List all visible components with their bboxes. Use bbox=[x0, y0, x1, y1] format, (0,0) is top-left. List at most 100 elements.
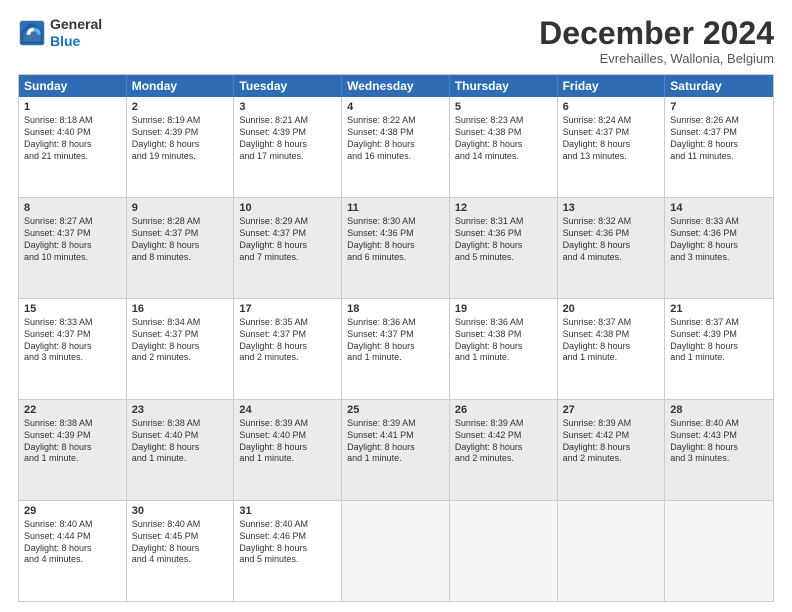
day-info-line: Sunset: 4:37 PM bbox=[239, 329, 336, 341]
logo: General Blue bbox=[18, 16, 102, 50]
day-number: 8 bbox=[24, 201, 121, 215]
day-info-line: Daylight: 8 hours bbox=[239, 543, 336, 555]
day-info-line: and 4 minutes. bbox=[563, 252, 660, 264]
day-info-line: Daylight: 8 hours bbox=[670, 139, 768, 151]
day-info-line: Sunrise: 8:28 AM bbox=[132, 216, 229, 228]
calendar-cell: 2Sunrise: 8:19 AMSunset: 4:39 PMDaylight… bbox=[127, 97, 235, 197]
day-number: 14 bbox=[670, 201, 768, 215]
calendar-cell: 30Sunrise: 8:40 AMSunset: 4:45 PMDayligh… bbox=[127, 501, 235, 601]
header-cell-tuesday: Tuesday bbox=[234, 75, 342, 97]
day-info-line: Daylight: 8 hours bbox=[347, 240, 444, 252]
calendar-row: 15Sunrise: 8:33 AMSunset: 4:37 PMDayligh… bbox=[19, 299, 773, 400]
day-info-line: Sunrise: 8:30 AM bbox=[347, 216, 444, 228]
day-info-line: Daylight: 8 hours bbox=[563, 139, 660, 151]
day-info-line: Sunset: 4:41 PM bbox=[347, 430, 444, 442]
day-info-line: Sunset: 4:39 PM bbox=[239, 127, 336, 139]
day-number: 20 bbox=[563, 302, 660, 316]
day-number: 26 bbox=[455, 403, 552, 417]
day-info-line: Sunrise: 8:40 AM bbox=[670, 418, 768, 430]
day-info-line: Daylight: 8 hours bbox=[24, 543, 121, 555]
day-number: 29 bbox=[24, 504, 121, 518]
day-info-line: Daylight: 8 hours bbox=[239, 442, 336, 454]
calendar-cell: 3Sunrise: 8:21 AMSunset: 4:39 PMDaylight… bbox=[234, 97, 342, 197]
day-info-line: Sunset: 4:38 PM bbox=[455, 127, 552, 139]
calendar-cell: 26Sunrise: 8:39 AMSunset: 4:42 PMDayligh… bbox=[450, 400, 558, 500]
day-info-line: Daylight: 8 hours bbox=[132, 341, 229, 353]
day-info-line: Sunset: 4:39 PM bbox=[670, 329, 768, 341]
day-info-line: Sunset: 4:38 PM bbox=[347, 127, 444, 139]
day-info-line: Sunrise: 8:27 AM bbox=[24, 216, 121, 228]
day-number: 13 bbox=[563, 201, 660, 215]
day-info-line: Sunset: 4:40 PM bbox=[239, 430, 336, 442]
calendar-body: 1Sunrise: 8:18 AMSunset: 4:40 PMDaylight… bbox=[19, 97, 773, 601]
day-info-line: Daylight: 8 hours bbox=[670, 442, 768, 454]
day-info-line: and 1 minute. bbox=[24, 453, 121, 465]
day-info-line: Sunset: 4:36 PM bbox=[670, 228, 768, 240]
day-info-line: and 1 minute. bbox=[132, 453, 229, 465]
day-info-line: Sunrise: 8:21 AM bbox=[239, 115, 336, 127]
day-info-line: and 21 minutes. bbox=[24, 151, 121, 163]
day-info-line: Sunrise: 8:32 AM bbox=[563, 216, 660, 228]
day-info-line: and 8 minutes. bbox=[132, 252, 229, 264]
day-info-line: Sunrise: 8:37 AM bbox=[670, 317, 768, 329]
day-info-line: Sunrise: 8:22 AM bbox=[347, 115, 444, 127]
day-info-line: Sunset: 4:36 PM bbox=[563, 228, 660, 240]
day-info-line: Sunrise: 8:37 AM bbox=[563, 317, 660, 329]
day-info-line: Sunset: 4:37 PM bbox=[24, 228, 121, 240]
day-info-line: and 1 minute. bbox=[563, 352, 660, 364]
day-info-line: and 5 minutes. bbox=[455, 252, 552, 264]
day-info-line: and 2 minutes. bbox=[132, 352, 229, 364]
calendar-cell: 10Sunrise: 8:29 AMSunset: 4:37 PMDayligh… bbox=[234, 198, 342, 298]
day-info-line: Sunset: 4:38 PM bbox=[563, 329, 660, 341]
calendar-cell: 11Sunrise: 8:30 AMSunset: 4:36 PMDayligh… bbox=[342, 198, 450, 298]
calendar-cell: 24Sunrise: 8:39 AMSunset: 4:40 PMDayligh… bbox=[234, 400, 342, 500]
day-info-line: Sunrise: 8:39 AM bbox=[239, 418, 336, 430]
day-info-line: and 13 minutes. bbox=[563, 151, 660, 163]
header-cell-friday: Friday bbox=[558, 75, 666, 97]
calendar-cell: 25Sunrise: 8:39 AMSunset: 4:41 PMDayligh… bbox=[342, 400, 450, 500]
day-info-line: Daylight: 8 hours bbox=[132, 139, 229, 151]
day-number: 27 bbox=[563, 403, 660, 417]
day-info-line: Sunset: 4:40 PM bbox=[24, 127, 121, 139]
day-info-line: Sunset: 4:37 PM bbox=[24, 329, 121, 341]
day-info-line: and 7 minutes. bbox=[239, 252, 336, 264]
day-info-line: Sunrise: 8:18 AM bbox=[24, 115, 121, 127]
calendar-cell bbox=[558, 501, 666, 601]
day-info-line: Daylight: 8 hours bbox=[24, 139, 121, 151]
calendar-cell: 18Sunrise: 8:36 AMSunset: 4:37 PMDayligh… bbox=[342, 299, 450, 399]
day-info-line: Sunrise: 8:40 AM bbox=[239, 519, 336, 531]
day-info-line: Daylight: 8 hours bbox=[347, 341, 444, 353]
day-info-line: Daylight: 8 hours bbox=[132, 543, 229, 555]
day-info-line: Daylight: 8 hours bbox=[455, 341, 552, 353]
day-info-line: Sunrise: 8:24 AM bbox=[563, 115, 660, 127]
day-info-line: Sunrise: 8:33 AM bbox=[670, 216, 768, 228]
day-info-line: and 10 minutes. bbox=[24, 252, 121, 264]
day-info-line: Daylight: 8 hours bbox=[24, 341, 121, 353]
day-number: 23 bbox=[132, 403, 229, 417]
day-info-line: and 1 minute. bbox=[347, 453, 444, 465]
calendar-row: 8Sunrise: 8:27 AMSunset: 4:37 PMDaylight… bbox=[19, 198, 773, 299]
day-info-line: Sunrise: 8:35 AM bbox=[239, 317, 336, 329]
calendar-cell: 16Sunrise: 8:34 AMSunset: 4:37 PMDayligh… bbox=[127, 299, 235, 399]
day-info-line: Sunset: 4:37 PM bbox=[670, 127, 768, 139]
day-info-line: and 3 minutes. bbox=[24, 352, 121, 364]
header-cell-thursday: Thursday bbox=[450, 75, 558, 97]
day-info-line: Sunrise: 8:34 AM bbox=[132, 317, 229, 329]
day-info-line: and 2 minutes. bbox=[239, 352, 336, 364]
calendar-cell: 29Sunrise: 8:40 AMSunset: 4:44 PMDayligh… bbox=[19, 501, 127, 601]
calendar-cell: 15Sunrise: 8:33 AMSunset: 4:37 PMDayligh… bbox=[19, 299, 127, 399]
calendar-cell: 8Sunrise: 8:27 AMSunset: 4:37 PMDaylight… bbox=[19, 198, 127, 298]
day-info-line: Sunrise: 8:38 AM bbox=[132, 418, 229, 430]
day-info-line: Sunrise: 8:36 AM bbox=[455, 317, 552, 329]
calendar-cell: 4Sunrise: 8:22 AMSunset: 4:38 PMDaylight… bbox=[342, 97, 450, 197]
day-info-line: and 4 minutes. bbox=[24, 554, 121, 566]
month-title: December 2024 bbox=[539, 16, 774, 51]
day-info-line: Daylight: 8 hours bbox=[670, 341, 768, 353]
day-info-line: Daylight: 8 hours bbox=[239, 240, 336, 252]
day-info-line: Sunset: 4:37 PM bbox=[132, 228, 229, 240]
logo-general: General bbox=[50, 16, 102, 32]
calendar-cell: 22Sunrise: 8:38 AMSunset: 4:39 PMDayligh… bbox=[19, 400, 127, 500]
day-info-line: and 6 minutes. bbox=[347, 252, 444, 264]
day-number: 2 bbox=[132, 100, 229, 114]
header-cell-wednesday: Wednesday bbox=[342, 75, 450, 97]
